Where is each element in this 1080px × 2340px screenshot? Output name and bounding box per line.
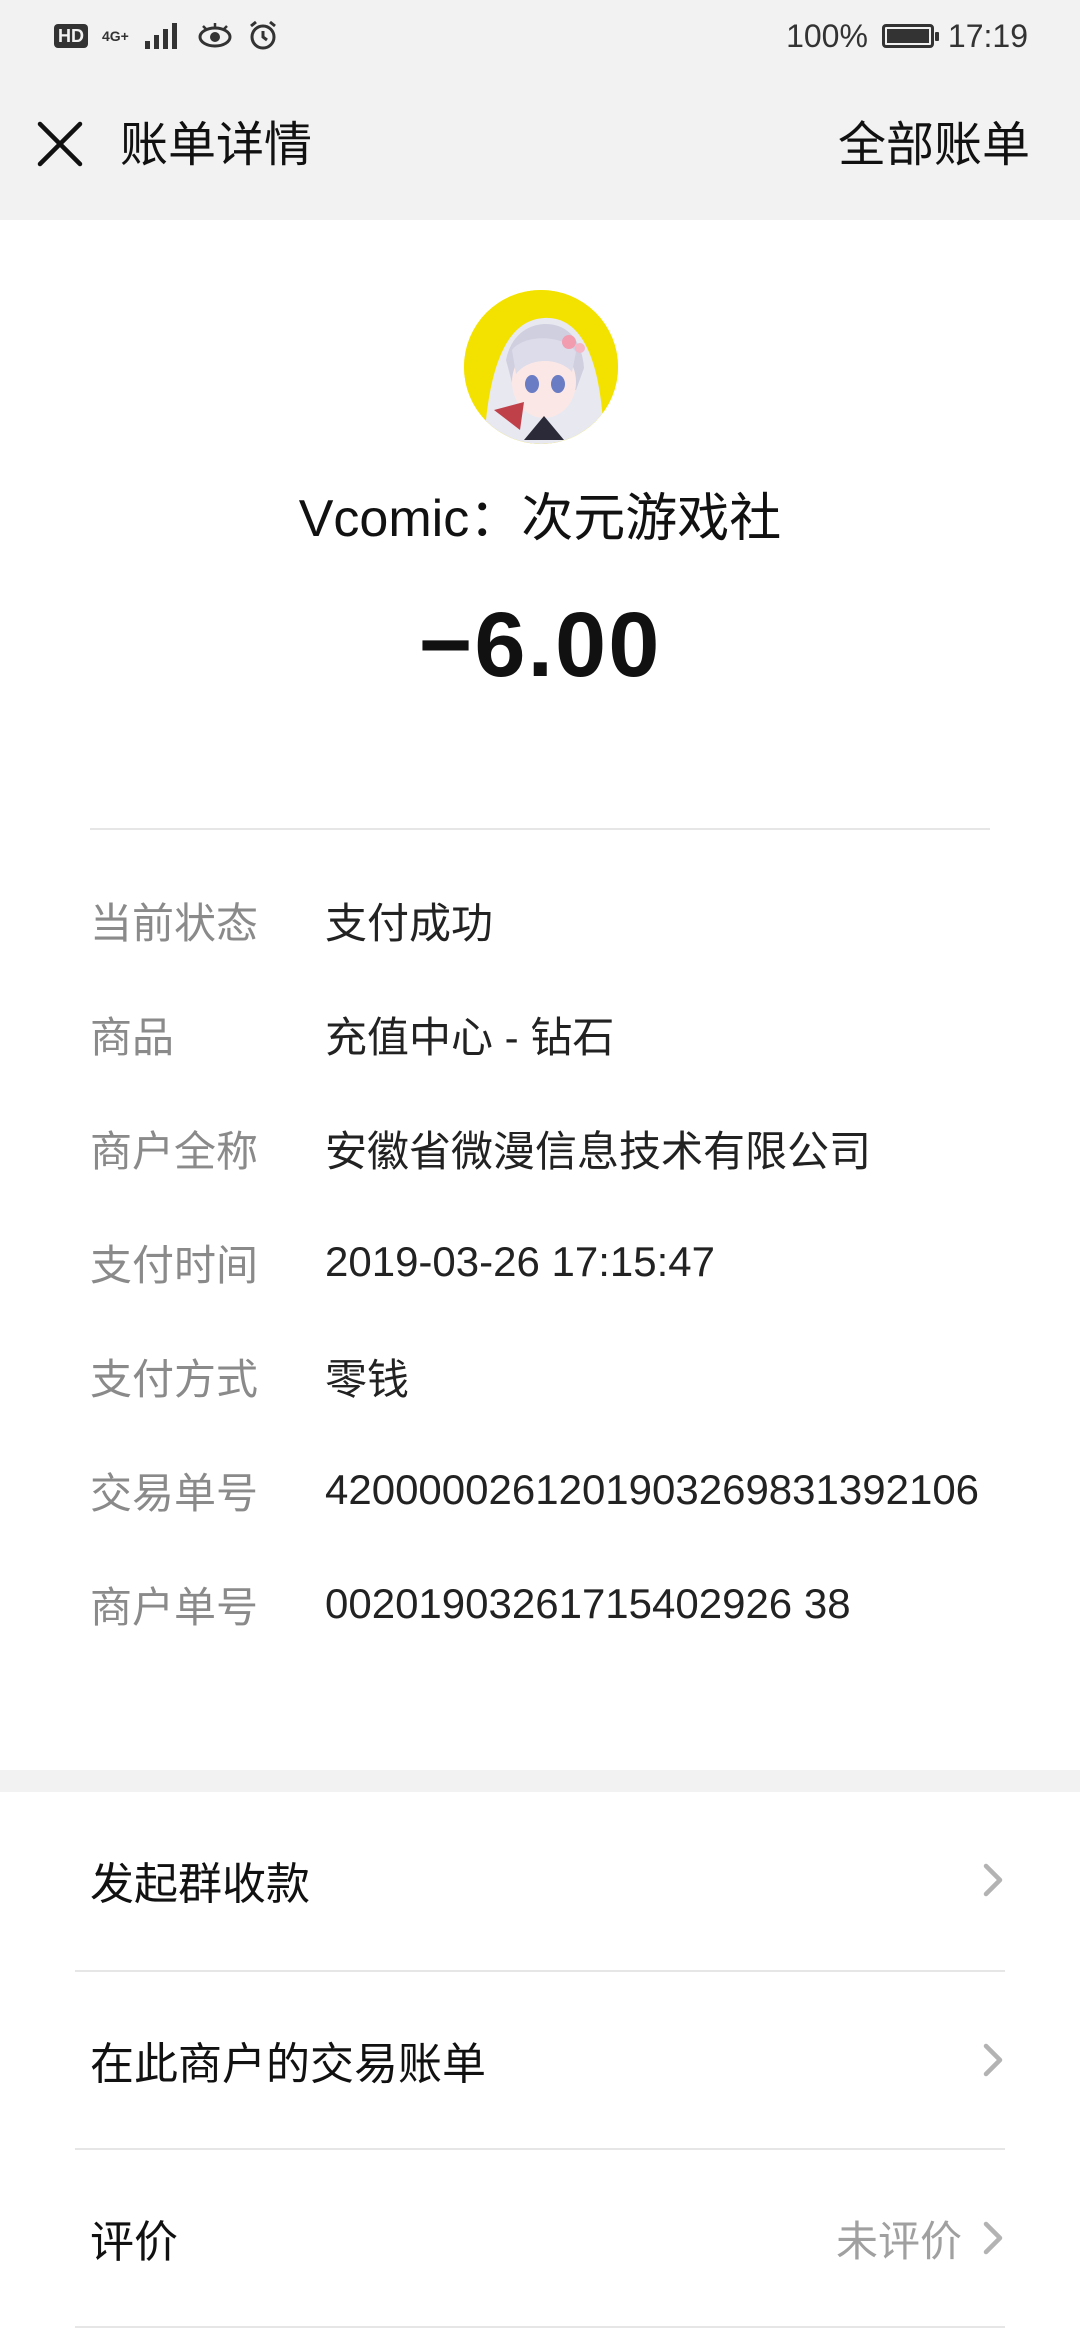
review-status: 未评价 <box>835 2217 962 2265</box>
status-bar: HD 4G+ 100% 17:19 <box>0 0 1080 72</box>
divider <box>75 2326 1005 2328</box>
battery-percent: 100% <box>786 17 868 54</box>
detail-label: 交易单号 <box>90 1469 259 1517</box>
list-item-label: 评价 <box>90 2218 178 2267</box>
detail-value: 4200000261201903269831392106 <box>325 1466 980 1513</box>
alarm-icon <box>249 20 276 50</box>
network-type: 4G+ <box>102 28 129 44</box>
detail-label: 商品 <box>90 1013 175 1061</box>
group-collection-item[interactable]: 发起群收款 <box>0 1792 1080 1968</box>
review-item[interactable]: 评价 未评价 <box>0 2150 1080 2326</box>
list-item-right: 未评价 <box>836 2150 1010 2326</box>
detail-row-pay-time: 支付时间 2019-03-26 17:15:47 <box>90 1222 715 1302</box>
merchant-bills-item[interactable]: 在此商户的交易账单 <box>0 1972 1080 2148</box>
section-separator <box>0 1770 1080 1792</box>
detail-label: 当前状态 <box>90 899 259 947</box>
title-bar: 账单详情 全部账单 <box>0 72 1080 220</box>
close-icon <box>37 121 83 167</box>
status-right: 100% 17:19 <box>786 16 1028 56</box>
merchant-avatar <box>464 290 618 444</box>
detail-value: 充值中心 - 钻石 <box>325 1013 615 1061</box>
detail-row-merchant-order-id: 商户单号 00201903261715402926 38 <box>90 1564 851 1644</box>
detail-value: 2019-03-26 17:15:47 <box>325 1238 715 1285</box>
merchant-name: Vcomic：次元游戏社 <box>298 490 782 548</box>
clock-time: 17:19 <box>947 17 1028 54</box>
detail-value: 00201903261715402926 38 <box>325 1580 851 1627</box>
detail-row-product: 商品 充值中心 - 钻石 <box>90 994 614 1074</box>
divider <box>90 828 990 830</box>
detail-value: 安徽省微漫信息技术有限公司 <box>325 1127 872 1175</box>
detail-row-transaction-id: 交易单号 4200000261201903269831392106 <box>90 1450 979 1530</box>
battery-icon <box>881 24 939 48</box>
chevron-right-icon <box>983 1863 1003 1897</box>
all-bills-link[interactable]: 全部账单 <box>838 116 1030 176</box>
detail-label: 支付时间 <box>90 1241 259 1289</box>
eye-icon <box>198 23 232 48</box>
detail-value: 零钱 <box>325 1355 410 1403</box>
detail-row-pay-method: 支付方式 零钱 <box>90 1336 409 1416</box>
list-item-right <box>962 1792 1010 1968</box>
page-title: 账单详情 <box>120 119 313 172</box>
close-button[interactable] <box>30 114 90 174</box>
detail-row-merchant-fullname: 商户全称 安徽省微漫信息技术有限公司 <box>90 1108 871 1188</box>
chevron-right-icon <box>983 2043 1003 2077</box>
list-item-right <box>962 1972 1010 2148</box>
detail-label: 商户单号 <box>90 1583 259 1631</box>
list-item-label: 发起群收款 <box>90 1860 310 1909</box>
detail-value: 支付成功 <box>325 899 494 947</box>
transaction-amount: −6.00 <box>418 594 662 696</box>
chevron-right-icon <box>983 2221 1003 2255</box>
signal-icon <box>144 23 177 49</box>
list-item-label: 在此商户的交易账单 <box>90 2040 486 2089</box>
detail-label: 商户全称 <box>90 1127 259 1175</box>
detail-row-status: 当前状态 支付成功 <box>90 880 493 960</box>
hd-badge: HD <box>54 24 88 48</box>
status-left: HD 4G+ <box>54 16 279 56</box>
detail-label: 支付方式 <box>90 1355 259 1403</box>
